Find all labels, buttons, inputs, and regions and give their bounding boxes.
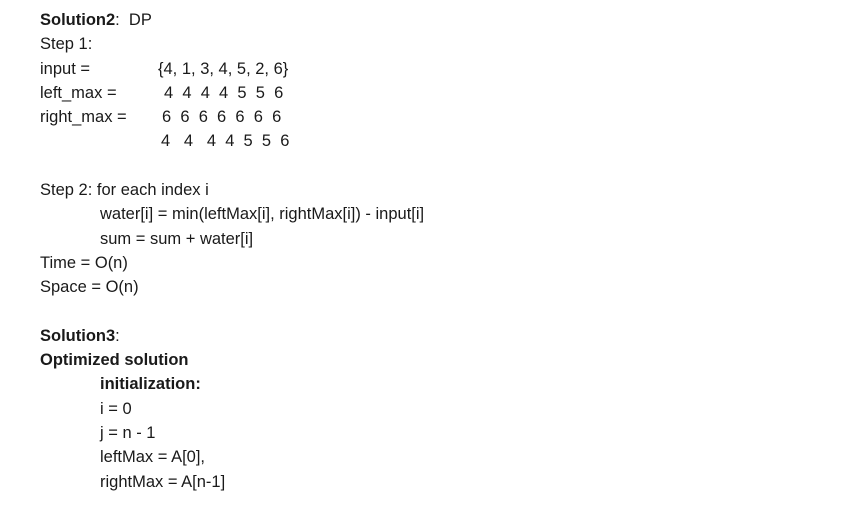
- solution2-title: Solution2: [40, 11, 116, 29]
- space-complexity: Space = O(n): [40, 278, 139, 297]
- init-i: i = 0: [100, 399, 132, 418]
- step2-label: Step 2: for each index i: [40, 181, 209, 200]
- sum-formula: sum = sum + water[i]: [100, 229, 254, 248]
- solution2-heading: Solution2: DP: [40, 8, 840, 32]
- input-label: input =: [40, 59, 90, 78]
- init-right-max: rightMax = A[n-1]: [100, 472, 226, 491]
- solution3-colon: :: [115, 326, 120, 345]
- time-complexity: Time = O(n): [40, 253, 128, 272]
- left-max-row: left_max = 4 4 4 4 5 5 6: [40, 81, 840, 105]
- document-body: Solution2: DP Step 1: input = {4, 1, 3, …: [40, 8, 840, 494]
- right-max-row: right_max = 6 6 6 6 6 6 6: [40, 105, 840, 129]
- right-max-values: 6 6 6 6 6 6 6: [162, 108, 282, 127]
- solution3-title: Solution3: [40, 326, 116, 345]
- input-row: input = {4, 1, 3, 4, 5, 2, 6}: [40, 57, 840, 81]
- min-values-row: 4 4 4 4 5 5 6: [40, 129, 840, 153]
- left-max-label: left_max =: [40, 83, 117, 102]
- water-formula: water[i] = min(leftMax[i], rightMax[i]) …: [100, 205, 425, 224]
- step1-label: Step 1:: [40, 35, 93, 54]
- input-values: {4, 1, 3, 4, 5, 2, 6}: [158, 59, 289, 78]
- solution3-heading: Solution3:: [40, 324, 840, 348]
- right-max-label: right_max =: [40, 108, 127, 127]
- init-j: j = n - 1: [100, 424, 156, 443]
- min-values: 4 4 4 4 5 5 6: [161, 132, 290, 151]
- solution2-method: : DP: [115, 11, 152, 29]
- solution3-subheading: Optimized solution: [40, 351, 189, 370]
- initialization-label: initialization:: [100, 375, 201, 394]
- init-left-max: leftMax = A[0],: [100, 448, 206, 467]
- left-max-values: 4 4 4 4 5 5 6: [164, 83, 284, 102]
